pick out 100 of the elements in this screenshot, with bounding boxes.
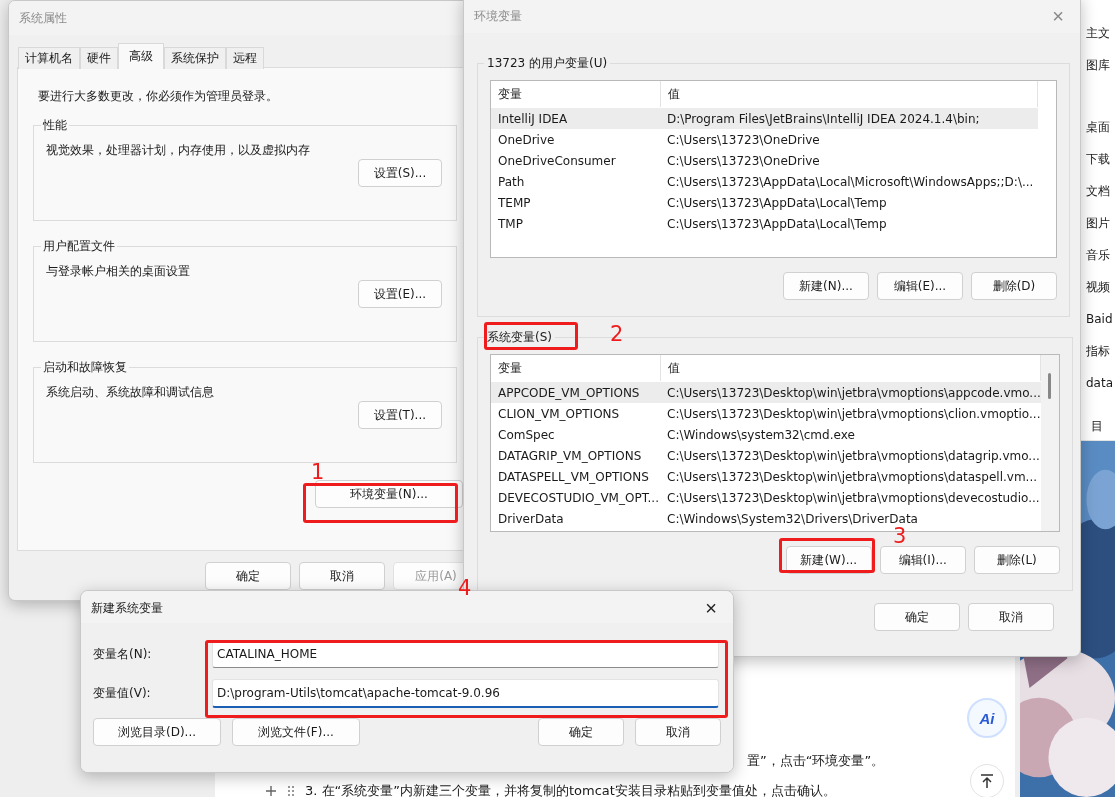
- variable-name: IntelliJ IDEA: [497, 111, 569, 126]
- column-header[interactable]: 变量: [491, 81, 661, 107]
- variable-name: DEVECOSTUDIO_VM_OPT...: [497, 490, 660, 505]
- nav-item[interactable]: 音乐: [1086, 246, 1115, 278]
- list-action-button[interactable]: 新建(N)...: [783, 272, 869, 300]
- browse-button[interactable]: 浏览目录(D)...: [93, 718, 221, 746]
- variable-value: C:\Users\13723\Desktop\win\jetbra\vmoptions\devecostudio...: [666, 490, 1041, 505]
- variable-value: C:\Users\13723\AppData\Local\Microsoft\WindowsApps;;D:\...: [666, 174, 1035, 189]
- window-title: 新建系统变量: [91, 599, 163, 617]
- description-text: 系统启动、系统故障和调试信息: [46, 384, 214, 401]
- column-header[interactable]: 变量: [491, 355, 661, 381]
- notice-text: 要进行大多数更改，你必须作为管理员登录。: [38, 88, 278, 105]
- input-field[interactable]: D:\program-Utils\tomcat\apache-tomcat-9.0.96: [212, 678, 719, 708]
- variable-value: C:\Users\13723\OneDrive: [666, 153, 821, 168]
- group-title: 性能: [42, 117, 68, 134]
- status-text: 目: [1091, 418, 1103, 435]
- drag-handle-icon[interactable]: [287, 785, 295, 797]
- dialog-button[interactable]: 确定: [538, 718, 624, 746]
- nav-item[interactable]: 文档: [1086, 182, 1115, 214]
- variable-name: APPCODE_VM_OPTIONS: [497, 385, 641, 400]
- browse-button[interactable]: 浏览文件(F)...: [232, 718, 360, 746]
- list-row[interactable]: CLION_VM_OPTIONS C:\Users\13723\Desktop\win\jetbra\vmoptions\clion.vmoptio...: [491, 403, 1041, 424]
- nav-item[interactable]: 主文: [1086, 24, 1115, 56]
- list-row[interactable]: APPCODE_VM_OPTIONS C:\Users\13723\Desktop\win\jetbra\vmoptions\appcode.vmo...: [491, 382, 1041, 403]
- list-row[interactable]: DATASPELL_VM_OPTIONS C:\Users\13723\Desktop\win\jetbra\vmoptions\dataspell.vm...: [491, 466, 1041, 487]
- variable-value: C:\Users\13723\Desktop\win\jetbra\vmoptions\appcode.vmo...: [666, 385, 1041, 400]
- paragraph-text: 置”，点击“环境变量”。: [747, 752, 885, 770]
- paragraph-text: 3. 在“系统变量”内新建三个变量，并将复制的tomcat安装目录粘贴到变量值处，点击确认。: [305, 782, 836, 797]
- scrollbar[interactable]: [1040, 355, 1059, 531]
- list-row[interactable]: DEVECOSTUDIO_VM_OPT... C:\Users\13723\Desktop\win\jetbra\vmoptions\devecostudio...: [491, 487, 1041, 508]
- settings-button[interactable]: 设置(E)...: [358, 280, 442, 308]
- environment-variables-button[interactable]: 环境变量(N)...: [315, 480, 463, 508]
- list-row[interactable]: ComSpec C:\Windows\system32\cmd.exe: [491, 424, 1041, 445]
- list-action-button[interactable]: 编辑(E)...: [877, 272, 963, 300]
- column-header[interactable]: 值: [661, 81, 1038, 107]
- variable-name: CLION_VM_OPTIONS: [497, 406, 621, 421]
- variable-value: C:\Users\13723\AppData\Local\Temp: [666, 216, 888, 231]
- nav-item[interactable]: 指标: [1086, 342, 1115, 374]
- group-title: 系统变量(S): [486, 329, 553, 346]
- description-text: 与登录帐户相关的桌面设置: [46, 263, 190, 280]
- variable-name: DATASPELL_VM_OPTIONS: [497, 469, 650, 484]
- ai-assistant-button[interactable]: Ai: [967, 698, 1007, 738]
- list-row[interactable]: OneDriveConsumer C:\Users\13723\OneDrive: [491, 150, 1038, 171]
- arrow-up-icon: [979, 773, 995, 789]
- variable-value: C:\Users\13723\Desktop\win\jetbra\vmoptions\clion.vmoptio...: [666, 406, 1041, 421]
- dialog-button[interactable]: 取消: [299, 562, 385, 590]
- column-header[interactable]: 值: [661, 355, 1041, 381]
- dialog-button[interactable]: 取消: [635, 718, 721, 746]
- nav-item[interactable]: 图库: [1086, 56, 1115, 88]
- tab[interactable]: 远程: [226, 47, 264, 69]
- list-row[interactable]: TEMP C:\Users\13723\AppData\Local\Temp: [491, 192, 1038, 213]
- variable-value: C:\Windows\system32\cmd.exe: [666, 427, 856, 442]
- tab[interactable]: 高级: [118, 43, 164, 69]
- list-row[interactable]: IntelliJ IDEA D:\Program Files\JetBrains\IntelliJ IDEA 2024.1.4\bin;: [491, 108, 1038, 129]
- group-title: 用户配置文件: [42, 238, 116, 255]
- field-label: 变量名(N):: [93, 645, 153, 663]
- close-button[interactable]: ×: [699, 598, 723, 618]
- description-text: 视觉效果，处理器计划，内存使用，以及虚拟内存: [46, 142, 310, 159]
- nav-item[interactable]: 桌面: [1086, 118, 1115, 150]
- variable-value: C:\Users\13723\Desktop\win\jetbra\vmoptions\dataspell.vm...: [666, 469, 1039, 484]
- list-action-button[interactable]: 删除(D): [971, 272, 1057, 300]
- dialog-button[interactable]: 确定: [874, 603, 960, 631]
- field-label: 变量值(V):: [93, 684, 152, 702]
- step-number: 3: [893, 524, 907, 548]
- nav-item[interactable]: 视频: [1086, 278, 1115, 310]
- nav-item[interactable]: 下载: [1086, 150, 1115, 182]
- dialog-button[interactable]: 取消: [968, 603, 1054, 631]
- nav-item[interactable]: 图片: [1086, 214, 1115, 246]
- variable-name: TEMP: [497, 195, 532, 210]
- list-row[interactable]: Path C:\Users\13723\AppData\Local\Microsoft\WindowsApps;;D:\...: [491, 171, 1038, 192]
- dialog-button[interactable]: 确定: [205, 562, 291, 590]
- tab[interactable]: 计算机名: [18, 47, 80, 69]
- settings-button[interactable]: 设置(T)...: [358, 401, 442, 429]
- nav-item[interactable]: data: [1086, 374, 1115, 406]
- variable-name: ComSpec: [497, 427, 556, 442]
- step-number: 2: [610, 322, 624, 346]
- plus-icon[interactable]: [265, 785, 277, 797]
- variable-name: OneDrive: [497, 132, 556, 147]
- variable-value: C:\Users\13723\OneDrive: [666, 132, 821, 147]
- list-action-button[interactable]: 编辑(I)...: [879, 546, 966, 574]
- group-title: 启动和故障恢复: [42, 359, 128, 376]
- list-row[interactable]: DATAGRIP_VM_OPTIONS C:\Users\13723\Desktop\win\jetbra\vmoptions\datagrip.vmo...: [491, 445, 1041, 466]
- scroll-to-top-button[interactable]: [970, 764, 1004, 797]
- variable-name: OneDriveConsumer: [497, 153, 617, 168]
- list-row[interactable]: TMP C:\Users\13723\AppData\Local\Temp: [491, 213, 1038, 234]
- variable-name: TMP: [497, 216, 524, 231]
- variable-value: C:\Users\13723\AppData\Local\Temp: [666, 195, 888, 210]
- group-title: 13723 的用户变量(U): [486, 55, 609, 72]
- tab[interactable]: 系统保护: [164, 47, 226, 69]
- tab[interactable]: 硬件: [80, 47, 118, 69]
- nav-item[interactable]: Baid: [1086, 310, 1115, 342]
- list-row[interactable]: OneDrive C:\Users\13723\OneDrive: [491, 129, 1038, 150]
- variable-value: C:\Windows\System32\Drivers\DriverData: [666, 511, 919, 526]
- variable-value: C:\Users\13723\Desktop\win\jetbra\vmoptions\datagrip.vmo...: [666, 448, 1041, 463]
- variable-name: Path: [497, 174, 526, 189]
- settings-button[interactable]: 设置(S)...: [358, 159, 442, 187]
- list-action-button[interactable]: 删除(L): [973, 546, 1060, 574]
- variable-name: DriverData: [497, 511, 565, 526]
- variable-name: DATAGRIP_VM_OPTIONS: [497, 448, 643, 463]
- window-title: 环境变量: [474, 7, 522, 25]
